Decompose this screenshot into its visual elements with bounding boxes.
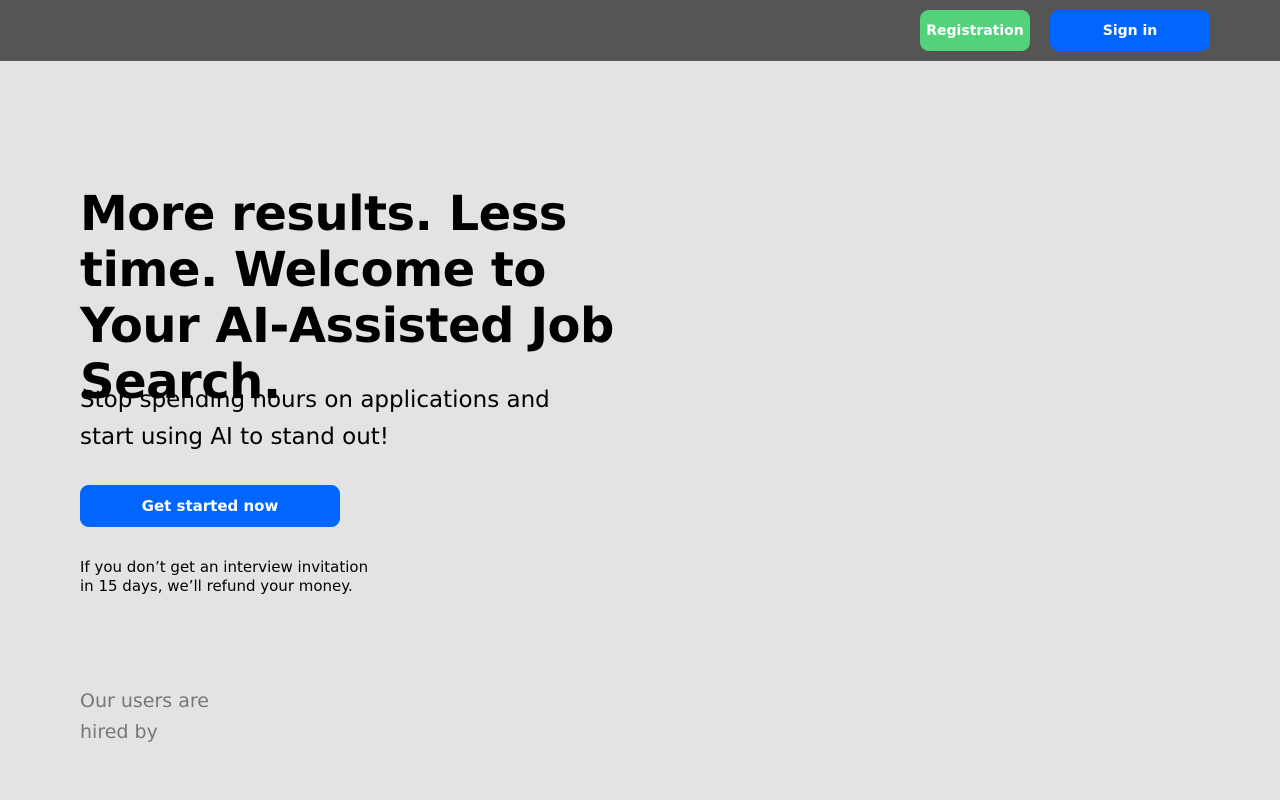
registration-button[interactable]: Registration — [920, 10, 1030, 51]
hero-subtitle: Stop spending hours on applications and … — [80, 387, 550, 450]
top-navigation-bar: Registration Sign in — [0, 0, 1280, 61]
sign-in-button[interactable]: Sign in — [1050, 10, 1210, 51]
refund-guarantee-note: If you don’t get an interview invitation… — [80, 558, 369, 595]
get-started-button[interactable]: Get started now — [80, 485, 340, 527]
hired-by-label: Our users are hired by — [80, 690, 209, 743]
hero-title: More results. Less time. Welcome to Your… — [80, 186, 614, 410]
